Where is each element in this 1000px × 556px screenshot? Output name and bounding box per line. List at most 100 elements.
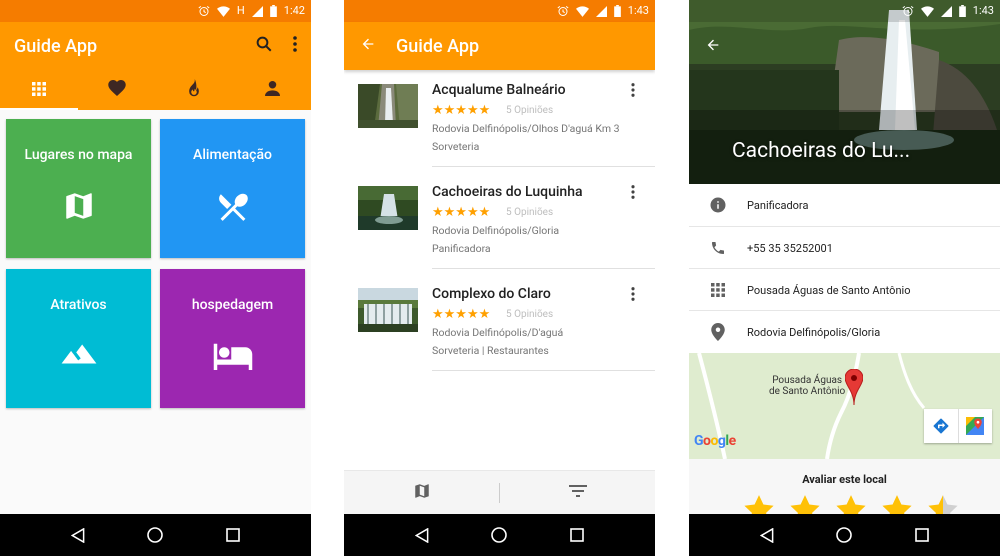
clock: 1:43 xyxy=(972,4,994,17)
map-marker-label-line: de Santo Antônio xyxy=(769,386,846,397)
place-thumbnail xyxy=(358,288,418,332)
google-logo: Google xyxy=(694,433,736,449)
map-icon xyxy=(413,482,431,504)
recents-nav-icon[interactable] xyxy=(226,528,240,542)
cutlery-icon xyxy=(215,189,251,229)
clock: 1:42 xyxy=(283,4,305,17)
google-maps-icon[interactable] xyxy=(959,409,993,443)
tile-map[interactable]: Lugares no mapa xyxy=(6,119,151,258)
back-arrow-icon[interactable] xyxy=(360,36,376,56)
place-title: Cachoeiras do Lu... xyxy=(732,139,911,163)
status-bar: H 1:42 xyxy=(0,0,311,22)
detail-row-address[interactable]: Rodovia Delfinópolis/Gloria xyxy=(689,311,1000,353)
network-type-label: H xyxy=(236,4,245,17)
list-item[interactable]: Cachoeiras do Luquinha ★★★★★ 5 Opiniões … xyxy=(344,184,655,288)
home-nav-icon[interactable] xyxy=(147,527,164,543)
more-vert-icon[interactable] xyxy=(631,82,635,101)
wifi-icon xyxy=(216,5,230,17)
divider xyxy=(432,166,655,167)
rating-stars: ★★★★★ xyxy=(432,205,491,220)
signal-icon xyxy=(595,5,607,17)
more-vert-icon[interactable] xyxy=(631,286,635,305)
bottom-action-bar xyxy=(344,470,655,514)
heart-icon xyxy=(107,80,126,100)
list-item[interactable]: Complexo do Claro ★★★★★ 5 Opiniões Rodov… xyxy=(344,286,655,390)
grid-icon xyxy=(689,283,747,297)
system-nav-bar xyxy=(0,514,311,556)
search-icon[interactable] xyxy=(255,35,273,57)
detail-row-text: Rodovia Delfinópolis/Gloria xyxy=(747,325,881,339)
tile-label: Atrativos xyxy=(50,297,107,313)
tab-favorites[interactable] xyxy=(78,70,156,110)
map-toolbar xyxy=(924,409,992,443)
opinions-count: 5 Opiniões xyxy=(506,207,554,218)
back-arrow-icon[interactable] xyxy=(705,37,721,57)
tile-attractions[interactable]: Atrativos xyxy=(6,269,151,408)
filter-button[interactable] xyxy=(500,483,655,502)
home-nav-icon[interactable] xyxy=(491,527,508,543)
rating-bar[interactable] xyxy=(689,489,1000,515)
back-nav-icon[interactable] xyxy=(415,527,429,543)
directions-icon[interactable] xyxy=(924,409,959,443)
map-view[interactable]: Pousada Águas de Santo Antônio Google xyxy=(689,353,1000,459)
map-marker-label-line: Pousada Águas xyxy=(772,375,843,386)
detail-row-category: Panificadora xyxy=(689,184,1000,226)
place-thumbnail xyxy=(358,84,418,128)
back-nav-icon[interactable] xyxy=(760,527,774,543)
alarm-icon xyxy=(902,5,914,17)
divider xyxy=(432,370,655,371)
rate-label: Avaliar este local xyxy=(802,473,887,486)
signal-icon xyxy=(940,5,952,17)
detail-screen: 1:43 Cachoeiras do Lu... Panificadora +5… xyxy=(689,0,1000,556)
tab-grid[interactable] xyxy=(0,70,78,110)
alarm-icon xyxy=(198,5,210,17)
more-vert-icon[interactable] xyxy=(631,184,635,203)
overflow-menu-icon[interactable] xyxy=(293,36,297,56)
place-thumbnail xyxy=(358,186,418,230)
signal-icon xyxy=(251,5,263,17)
place-address: Rodovia Delfinópolis/D'aguá xyxy=(432,326,564,339)
detail-row-text: Pousada Águas de Santo Antônio xyxy=(747,283,911,297)
location-pin-icon xyxy=(689,323,747,341)
place-category: Sorveteria | Restaurantes xyxy=(432,344,549,357)
back-nav-icon[interactable] xyxy=(71,527,85,543)
map-view-button[interactable] xyxy=(344,482,499,504)
list-screen: 1:43 Guide App Acqualume Balneário ★★★★★… xyxy=(344,0,655,556)
status-bar: 1:43 xyxy=(344,0,655,22)
rating-star-icon[interactable] xyxy=(788,493,822,515)
tab-popular[interactable] xyxy=(156,70,234,110)
map-pin-icon[interactable] xyxy=(844,368,864,409)
map-icon xyxy=(62,189,96,227)
battery-icon xyxy=(269,5,277,17)
home-nav-icon[interactable] xyxy=(836,527,853,543)
tile-lodging[interactable]: hospedagem xyxy=(160,269,305,408)
detail-row-lodging[interactable]: Pousada Águas de Santo Antônio xyxy=(689,269,1000,311)
place-title: Complexo do Claro xyxy=(432,286,551,302)
home-screen: H 1:42 Guide App Lugares no mapa Aliment… xyxy=(0,0,311,556)
rating-star-icon[interactable] xyxy=(880,493,914,515)
place-address: Rodovia Delfinópolis/Olhos D'aguá Km 3 xyxy=(432,122,620,135)
list-item[interactable]: Acqualume Balneário ★★★★★ 5 Opiniões Rod… xyxy=(344,82,655,186)
app-title: Guide App xyxy=(14,35,98,57)
detail-row-text: +55 35 35252001 xyxy=(747,241,833,255)
opinions-count: 5 Opiniões xyxy=(506,309,554,320)
rating-star-icon[interactable] xyxy=(742,493,776,515)
alarm-icon xyxy=(557,5,569,17)
detail-row-phone[interactable]: +55 35 35252001 xyxy=(689,227,1000,269)
rate-section: Avaliar este local xyxy=(689,459,1000,515)
rating-star-icon[interactable] xyxy=(926,493,960,515)
place-address: Rodovia Delfinópolis/Gloria xyxy=(432,224,560,237)
app-bar: Guide App xyxy=(0,22,311,70)
rating-stars: ★★★★★ xyxy=(432,103,491,118)
phone-icon xyxy=(689,240,747,256)
battery-icon xyxy=(958,5,966,17)
tab-profile[interactable] xyxy=(233,70,311,110)
place-category: Sorveteria xyxy=(432,140,480,153)
wifi-icon xyxy=(575,5,589,17)
rating-star-icon[interactable] xyxy=(834,493,868,515)
tile-label: Alimentação xyxy=(193,147,272,163)
tile-food[interactable]: Alimentação xyxy=(160,119,305,258)
opinions-count: 5 Opiniões xyxy=(506,105,554,116)
recents-nav-icon[interactable] xyxy=(570,528,584,542)
recents-nav-icon[interactable] xyxy=(915,528,929,542)
